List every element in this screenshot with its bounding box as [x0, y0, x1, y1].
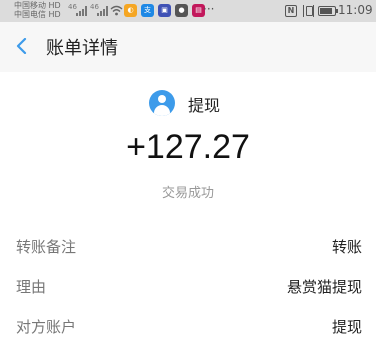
wifi-icon	[110, 5, 123, 16]
detail-row-reason: 理由 悬赏猫提现	[0, 250, 376, 296]
battery-level	[320, 8, 332, 14]
transaction-details: 转账备注 转账 理由 悬赏猫提现 对方账户 提现	[0, 210, 376, 349]
carrier-1: 中国移动 HD	[14, 1, 61, 10]
transaction-type-label: 提现	[188, 96, 221, 115]
transaction-status: 交易成功	[161, 186, 214, 201]
detail-value: 提现	[331, 318, 362, 336]
cat-app-icon: ●	[175, 4, 188, 17]
mobile-app-icon: 支	[141, 4, 154, 17]
page-title: 账单详情	[46, 38, 118, 59]
detail-row-remark: 转账备注 转账	[0, 210, 376, 256]
back-arrow-icon[interactable]	[14, 38, 30, 54]
status-time: 11:09	[338, 3, 373, 17]
detail-row-counterparty: 对方账户 提现	[0, 290, 376, 336]
photo-app-icon: ◐	[124, 4, 137, 17]
nfc-icon: N	[285, 5, 297, 17]
transaction-summary: 提现 +127.27 交易成功	[0, 72, 376, 210]
detail-label: 对方账户	[16, 318, 77, 336]
transaction-amount: +127.27	[126, 128, 250, 166]
app-icon: ▣	[158, 4, 171, 17]
app-bar: 账单详情	[0, 22, 376, 72]
battery-icon	[318, 6, 338, 16]
status-bar: 中国移动 HD 中国电信 HD 46 46 ◐ 支 ▣ ● ▤ ··· N 11…	[0, 0, 376, 22]
user-avatar-icon	[149, 90, 175, 116]
transaction-type: 提现	[0, 90, 376, 116]
carrier-2: 中国电信 HD	[14, 10, 61, 19]
signal-bars-2-icon	[97, 6, 109, 16]
signal-bars-1-icon	[76, 6, 88, 16]
vibrate-icon	[303, 5, 314, 17]
notification-app-icons: ◐ 支 ▣ ● ▤	[124, 4, 205, 17]
more-notifications-icon: ···	[203, 2, 215, 16]
